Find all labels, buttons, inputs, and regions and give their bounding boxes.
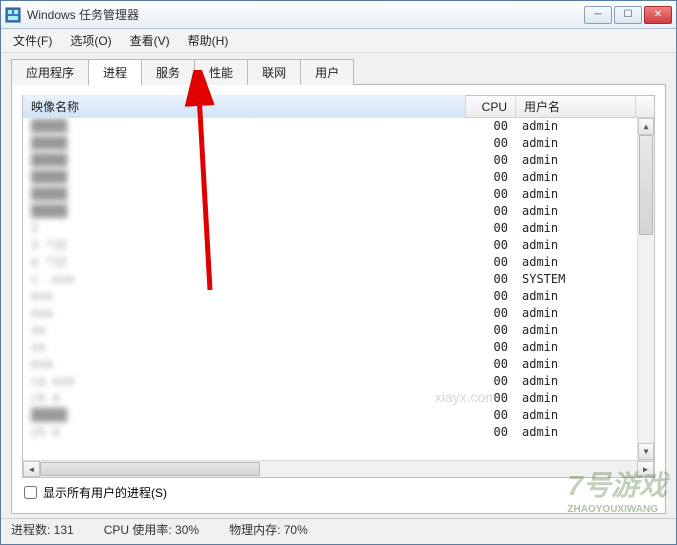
- tab-networking[interactable]: 联网: [247, 59, 301, 85]
- minimize-button[interactable]: ─: [584, 6, 612, 24]
- column-cpu[interactable]: CPU: [466, 97, 516, 117]
- options-row: 显示所有用户的进程(S): [22, 478, 655, 503]
- table-row[interactable]: █████00admin: [23, 135, 654, 152]
- tabstrip: 应用程序 进程 服务 性能 联网 用户: [11, 59, 666, 85]
- menubar: 文件(F) 选项(O) 查看(V) 帮助(H): [1, 29, 676, 53]
- scroll-up-icon[interactable]: ▲: [638, 118, 654, 135]
- column-spacer: [636, 104, 654, 110]
- tab-processes[interactable]: 进程: [88, 59, 142, 85]
- table-row[interactable]: exe00admin: [23, 356, 654, 373]
- table-row[interactable]: █████00admin: [23, 186, 654, 203]
- show-all-users-label: 显示所有用户的进程(S): [43, 484, 167, 501]
- horizontal-scrollbar[interactable]: ◄ ►: [23, 460, 654, 477]
- tab-services[interactable]: 服务: [141, 59, 195, 85]
- column-user[interactable]: 用户名: [516, 95, 636, 118]
- hscroll-thumb[interactable]: [40, 462, 260, 476]
- tab-content: 映像名称 CPU 用户名 █████00admin█████00admin███…: [11, 84, 666, 514]
- menu-help[interactable]: 帮助(H): [182, 30, 235, 51]
- statusbar: 进程数: 131 CPU 使用率: 30% 物理内存: 70%: [1, 518, 676, 540]
- tab-performance[interactable]: 性能: [194, 59, 248, 85]
- table-row[interactable]: █████00admin: [23, 152, 654, 169]
- table-row[interactable]: █████00admin: [23, 407, 654, 424]
- list-header: 映像名称 CPU 用户名: [23, 96, 654, 118]
- column-image-name[interactable]: 映像名称: [23, 95, 466, 118]
- process-list: 映像名称 CPU 用户名 █████00admin█████00admin███…: [22, 95, 655, 478]
- status-cpu-usage: CPU 使用率: 30%: [104, 521, 199, 538]
- close-button[interactable]: ✕: [644, 6, 672, 24]
- table-row[interactable]: █████00admin: [23, 203, 654, 220]
- scroll-left-icon[interactable]: ◄: [23, 461, 40, 477]
- tab-users[interactable]: 用户: [300, 59, 354, 85]
- table-row[interactable]: xe00admin: [23, 322, 654, 339]
- table-row[interactable]: e *3200admin: [23, 254, 654, 271]
- table-row[interactable]: exe00admin: [23, 288, 654, 305]
- scroll-down-icon[interactable]: ▼: [638, 443, 654, 460]
- window-title: Windows 任务管理器: [27, 6, 584, 23]
- titlebar[interactable]: Windows 任务管理器 ─ ☐ ✕: [1, 1, 676, 29]
- status-physical-memory: 物理内存: 70%: [229, 521, 308, 538]
- table-row[interactable]: c .exe00SYSTEM: [23, 271, 654, 288]
- menu-options[interactable]: 选项(O): [64, 30, 117, 51]
- table-row[interactable]: █████00admin: [23, 169, 654, 186]
- task-manager-window: Windows 任务管理器 ─ ☐ ✕ 文件(F) 选项(O) 查看(V) 帮助…: [0, 0, 677, 545]
- show-all-users-checkbox[interactable]: [24, 486, 37, 499]
- table-row[interactable]: exe00admin: [23, 305, 654, 322]
- menu-file[interactable]: 文件(F): [7, 30, 58, 51]
- table-row[interactable]: 3 *3200admin: [23, 237, 654, 254]
- table-row[interactable]: █████00admin: [23, 118, 654, 135]
- tab-container: 应用程序 进程 服务 性能 联网 用户 映像名称 CPU 用户名 █████00…: [1, 53, 676, 518]
- scroll-right-icon[interactable]: ►: [637, 461, 654, 477]
- vertical-scrollbar[interactable]: ▲ ▼: [637, 118, 654, 460]
- table-row[interactable]: xe00admin: [23, 339, 654, 356]
- app-icon: [5, 7, 21, 23]
- tab-applications[interactable]: 应用程序: [11, 59, 89, 85]
- table-row[interactable]: 200admin: [23, 220, 654, 237]
- maximize-button[interactable]: ☐: [614, 6, 642, 24]
- scroll-thumb[interactable]: [639, 135, 653, 235]
- table-row[interactable]: ch e00admin: [23, 424, 654, 441]
- status-process-count: 进程数: 131: [11, 521, 74, 538]
- list-body[interactable]: █████00admin█████00admin█████00admin████…: [23, 118, 654, 460]
- table-row[interactable]: ch e00admin: [23, 390, 654, 407]
- menu-view[interactable]: 查看(V): [124, 30, 176, 51]
- table-row[interactable]: ca exe00admin: [23, 373, 654, 390]
